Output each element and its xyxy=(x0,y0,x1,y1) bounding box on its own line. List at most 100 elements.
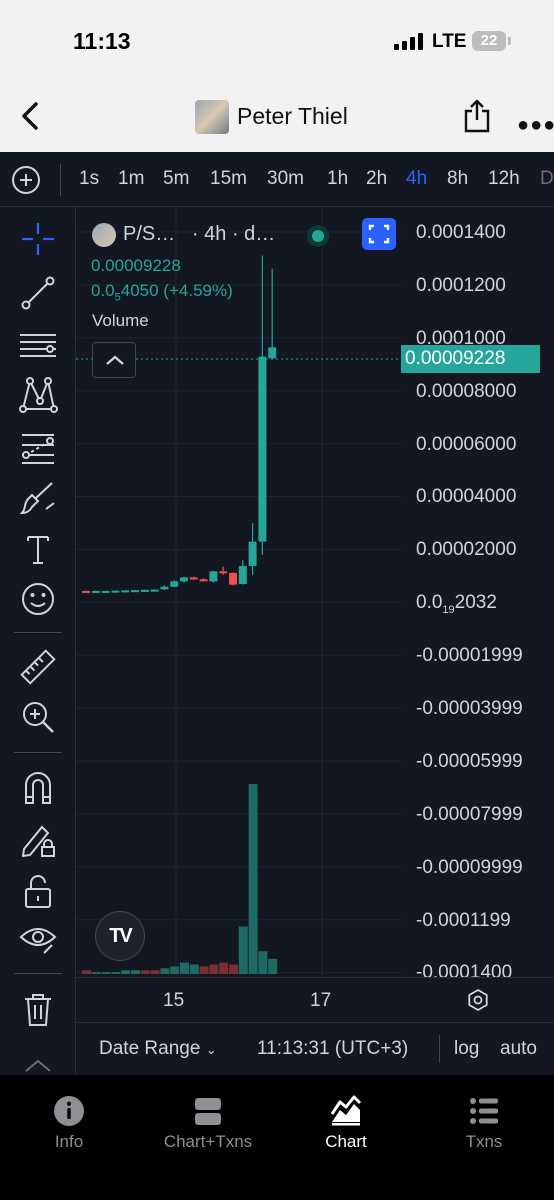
x-tick-label: 15 xyxy=(163,990,185,1011)
volume-bar xyxy=(258,951,268,974)
symbol-label[interactable]: P/S… · 4h · d… xyxy=(123,223,275,246)
list-icon xyxy=(470,1098,498,1124)
tab-timeframe-5m[interactable]: 5m xyxy=(163,168,189,190)
fib-icon[interactable] xyxy=(18,427,58,467)
y-tick-label: 0.00004000 xyxy=(416,486,517,507)
tab-timeframe-8h[interactable]: 8h xyxy=(447,168,468,190)
y-tick-label: -0.00003999 xyxy=(416,698,523,719)
live-indicator-icon xyxy=(307,225,329,247)
candle-body xyxy=(258,356,267,542)
tab-chart[interactable]: Chart xyxy=(281,1095,411,1152)
y-tick-label-zero: 0.0192032 xyxy=(416,592,497,616)
status-bar: 11:13 LTE 22 xyxy=(0,0,554,80)
status-time: 11:13 xyxy=(73,28,131,54)
volume-bar xyxy=(160,968,170,974)
divider xyxy=(439,1035,440,1063)
candle-body xyxy=(238,566,247,585)
y-tick-label: 0.0001400 xyxy=(416,222,506,243)
collapse-legend-button[interactable] xyxy=(92,342,136,378)
volume-bar xyxy=(170,966,180,974)
tab-timeframe-2h[interactable]: 2h xyxy=(366,168,387,190)
tab-timeframe-1h[interactable]: 1h xyxy=(327,168,348,190)
x-axis[interactable]: 15 17 xyxy=(76,977,554,1022)
tab-timeframe-12h[interactable]: 12h xyxy=(488,168,520,190)
tab-timeframe-1m[interactable]: 1m xyxy=(118,168,144,190)
divider xyxy=(14,752,62,753)
candle-body xyxy=(140,589,149,592)
avatar xyxy=(195,100,229,134)
battery-tip xyxy=(508,37,511,45)
date-range-dropdown[interactable]: Date Range ⌄ xyxy=(99,1038,217,1060)
candle-body xyxy=(248,541,257,567)
info-icon xyxy=(54,1096,84,1126)
chart-area[interactable]: P/S… · 4h · d… 0.00009228 0.054050 (+4.5… xyxy=(76,207,554,1075)
eye-icon[interactable] xyxy=(18,919,58,959)
volume-bar xyxy=(180,962,189,974)
volume-bar xyxy=(140,970,150,974)
emoji-icon[interactable] xyxy=(18,579,58,619)
divider xyxy=(14,632,62,633)
tab-chart-txns[interactable]: Chart+Txns xyxy=(143,1095,273,1152)
horizontal-lines-icon[interactable] xyxy=(18,325,58,365)
volume-bar xyxy=(91,972,101,974)
candle-body xyxy=(189,577,198,580)
auto-scale-toggle[interactable]: auto xyxy=(500,1038,537,1060)
pattern-icon[interactable] xyxy=(18,375,58,415)
y-tick-label: 0.00002000 xyxy=(416,539,517,560)
y-tick-label: -0.00005999 xyxy=(416,751,523,772)
y-tick-label: -0.00001999 xyxy=(416,645,523,666)
zoom-in-icon[interactable] xyxy=(18,697,58,737)
more-horizontal-icon[interactable]: ●●● xyxy=(517,114,554,137)
candle-body xyxy=(150,589,159,592)
tab-txns[interactable]: Txns xyxy=(419,1095,549,1152)
trend-line-icon[interactable] xyxy=(18,273,58,313)
tab-timeframe-30m[interactable]: 30m xyxy=(267,168,304,190)
y-tick-label: -0.0001199 xyxy=(416,910,511,931)
token-avatar xyxy=(92,223,116,247)
crosshair-icon[interactable] xyxy=(18,219,58,259)
volume-bar xyxy=(121,970,131,974)
log-scale-toggle[interactable]: log xyxy=(454,1038,479,1060)
x-tick-label: 17 xyxy=(310,990,332,1011)
candle-body xyxy=(209,571,218,582)
candle-body xyxy=(131,590,139,593)
brush-icon[interactable] xyxy=(18,479,58,519)
tab-timeframe-1s[interactable]: 1s xyxy=(79,168,99,190)
chart-bottom-bar: Date Range ⌄ 11:13:31 (UTC+3) log auto xyxy=(76,1022,554,1075)
lock-drawing-icon[interactable] xyxy=(18,819,58,859)
tab-timeframe-d[interactable]: D xyxy=(540,168,554,190)
tab-info[interactable]: Info xyxy=(4,1095,134,1152)
chevron-up-icon[interactable] xyxy=(18,1049,58,1075)
volume-bar xyxy=(82,970,91,974)
chevron-up-icon xyxy=(106,355,124,365)
tab-timeframe-4h[interactable]: 4h xyxy=(406,168,427,190)
ruler-icon[interactable] xyxy=(18,647,58,687)
candle-body xyxy=(101,590,110,593)
unlock-icon[interactable] xyxy=(18,871,58,911)
drawing-toolbar xyxy=(0,207,76,1075)
volume-bar xyxy=(131,970,140,974)
share-icon[interactable] xyxy=(462,98,492,134)
volume-bar xyxy=(111,972,121,974)
divider xyxy=(60,164,61,196)
magnet-icon[interactable] xyxy=(18,767,58,807)
chevron-left-icon[interactable] xyxy=(16,100,44,132)
candle-body xyxy=(199,579,208,582)
candle-body xyxy=(82,590,90,593)
fullscreen-icon[interactable] xyxy=(362,218,396,250)
y-tick-label: -0.00007999 xyxy=(416,804,523,825)
add-indicator-icon[interactable] xyxy=(12,166,40,194)
candle-body xyxy=(91,590,100,593)
text-icon[interactable] xyxy=(18,529,58,569)
volume-label: Volume xyxy=(92,311,149,330)
gear-icon[interactable] xyxy=(466,988,490,1012)
candle-body xyxy=(268,347,277,359)
tab-timeframe-15m[interactable]: 15m xyxy=(210,168,247,190)
divider xyxy=(14,973,62,974)
nav-header: Peter Thiel ●●● xyxy=(0,80,554,152)
clock-timezone[interactable]: 11:13:31 (UTC+3) xyxy=(257,1038,408,1060)
trash-icon[interactable] xyxy=(18,989,58,1029)
legend-price: 0.00009228 xyxy=(91,256,181,275)
tradingview-logo-icon[interactable]: TV xyxy=(95,911,145,961)
candle-body xyxy=(160,586,169,590)
